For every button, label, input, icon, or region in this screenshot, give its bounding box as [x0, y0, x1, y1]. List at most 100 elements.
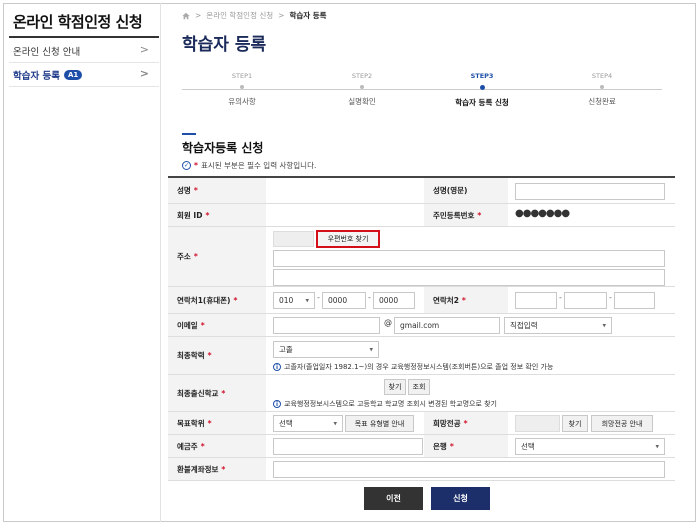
school-label: 최종출신학교 *	[168, 375, 266, 411]
step-dot	[360, 85, 364, 89]
home-icon[interactable]	[182, 12, 190, 20]
form-row-address: 주소 * 우편번호 찾기	[168, 227, 675, 287]
step-3: STEP3 학습자 등록 신청	[422, 72, 542, 108]
member-id-label: 회원 ID *	[168, 204, 266, 226]
sidebar-item-label: 학습자 등록	[13, 70, 61, 82]
sidebar-item-label: 온라인 신청 안내	[13, 46, 81, 58]
degree-select[interactable]: 선택	[273, 415, 343, 432]
current-badge: A1	[64, 69, 83, 80]
form-row-name: 성명 * 성명(영문)	[168, 178, 675, 204]
phone2-first-input[interactable]	[515, 292, 557, 309]
major-input[interactable]	[515, 415, 560, 432]
postcode-input[interactable]	[273, 231, 314, 247]
form-row-depositor: 예금주 * 은행 * 선택	[168, 435, 675, 458]
form-row-phone: 연락처1(휴대폰)* 010 - 0000 - 0000 연락처2* - -	[168, 287, 675, 314]
email-domain-select[interactable]: 직접입력	[504, 317, 612, 334]
step-label: 신청완료	[588, 97, 616, 106]
postcode-search-button[interactable]: 우편번호 찾기	[316, 230, 380, 248]
step-indicator: STEP1 유의사항 STEP2 실명확인 STEP3 학습자 등록 신청 ST…	[182, 72, 662, 112]
prev-button[interactable]: 이전	[364, 487, 423, 510]
major-guide-button[interactable]: 희망전공 안내	[591, 415, 653, 432]
dash-separator: -	[609, 293, 612, 302]
phone2-label: 연락처2 *	[424, 287, 508, 313]
email-at-sign: @	[384, 318, 392, 327]
check-circle-icon: ✓	[182, 161, 191, 170]
form-row-education: 최종학력* 고졸 i 고졸자(졸업일자 1982.1~)의 경우 교육행정정보시…	[168, 337, 675, 375]
breadcrumb-current: 학습자 등록	[289, 11, 327, 20]
info-icon: i	[273, 363, 281, 371]
phone2-mid-input[interactable]	[564, 292, 607, 309]
step-number: STEP3	[470, 72, 494, 80]
school-input[interactable]	[273, 379, 380, 395]
email-label: 이메일 *	[168, 314, 266, 336]
step-4: STEP4 신청완료	[542, 72, 662, 107]
step-number: STEP4	[591, 72, 613, 80]
email-domain-input[interactable]: gmail.com	[394, 317, 500, 334]
step-label: 유의사항	[228, 97, 256, 106]
required-note-text: 표시된 부분은 필수 입력 사항입니다.	[200, 161, 317, 170]
name-en-input[interactable]	[515, 183, 665, 200]
major-find-button[interactable]: 찾기	[562, 415, 588, 432]
step-label: 학습자 등록 신청	[455, 98, 509, 107]
dash-separator: -	[559, 293, 562, 302]
chevron-right-icon: >	[139, 67, 149, 80]
info-icon: i	[273, 400, 281, 408]
phone1-prefix-select[interactable]: 010	[273, 292, 315, 309]
dash-separator: -	[368, 293, 371, 302]
address-line1-input[interactable]	[273, 250, 665, 267]
sidebar-title: 온라인 학점인정 신청	[13, 13, 143, 31]
member-id-value	[273, 209, 413, 223]
step-2: STEP2 실명확인	[302, 72, 422, 107]
section-title: 학습자등록 신청	[182, 141, 264, 155]
major-label: 희망전공 *	[424, 412, 508, 434]
registration-form: 성명 * 성명(영문) 회원 ID * 주민등록번호 * ●●●●●●● 주소 * 우편…	[168, 176, 675, 481]
submit-button[interactable]: 신청	[431, 487, 490, 510]
dash-separator: -	[317, 293, 320, 302]
step-1: STEP1 유의사항	[182, 72, 302, 107]
step-label: 실명확인	[348, 97, 376, 106]
school-find-button[interactable]: 찾기	[384, 379, 406, 395]
breadcrumb-separator: >	[278, 11, 285, 20]
address-line2-input[interactable]	[273, 269, 665, 286]
step-number: STEP1	[231, 72, 253, 80]
education-info: i 고졸자(졸업일자 1982.1~)의 경우 교육행정정보시스템(조회버튼)으…	[273, 362, 553, 372]
page-title: 학습자 등록	[182, 35, 267, 55]
phone1-mid-input[interactable]: 0000	[322, 292, 366, 309]
depositor-input[interactable]	[273, 438, 423, 455]
step-number: STEP2	[351, 72, 373, 80]
phone1-label: 연락처1(휴대폰) *	[168, 287, 266, 313]
chevron-right-icon: >	[139, 43, 149, 56]
step-dot	[479, 85, 485, 90]
email-id-input[interactable]	[273, 317, 380, 334]
breadcrumb-separator: >	[195, 11, 202, 20]
rrn-value: ●●●●●●●	[515, 208, 570, 219]
degree-guide-button[interactable]: 목표 유형별 안내	[345, 415, 414, 432]
section-accent-bar	[182, 133, 196, 135]
sidebar-item-register[interactable]: 학습자 등록 A1 >	[9, 63, 159, 87]
name-value	[273, 184, 413, 198]
step-dot	[600, 85, 604, 89]
school-info: i 교육행정정보시스템으로 고등학교 학교명 조회시 변경된 학교명으로 찾기	[273, 399, 497, 409]
form-row-member-id: 회원 ID * 주민등록번호 * ●●●●●●●	[168, 204, 675, 227]
breadcrumb-item[interactable]: 온라인 학점인정 신청	[206, 10, 273, 21]
sidebar: 온라인 학점인정 신청 온라인 신청 안내 > 학습자 등록 A1 >	[3, 3, 161, 522]
rrn-label: 주민등록번호 *	[424, 204, 508, 226]
refund-label: 환불계좌정보 *	[168, 458, 266, 480]
address-label: 주소 *	[168, 227, 266, 286]
sidebar-divider	[9, 36, 159, 38]
form-row-refund: 환불계좌정보 *	[168, 458, 675, 481]
form-row-email: 이메일 * @ gmail.com 직접입력	[168, 314, 675, 337]
form-row-degree: 목표학위* 선택 목표 유형별 안내 희망전공* 찾기 희망전공 안내	[168, 412, 675, 435]
school-lookup-button[interactable]: 조회	[408, 379, 430, 395]
step-dot	[240, 85, 244, 89]
refund-account-input[interactable]	[273, 461, 665, 478]
phone1-last-input[interactable]: 0000	[373, 292, 415, 309]
bank-select[interactable]: 선택	[515, 438, 665, 455]
name-en-label: 성명(영문)	[424, 178, 508, 203]
form-row-school: 최종출신학교 * 찾기 조회 i 교육행정정보시스템으로 고등학교 학교명 조회시…	[168, 375, 675, 412]
depositor-label: 예금주 *	[168, 435, 266, 457]
sidebar-item-guide[interactable]: 온라인 신청 안내 >	[9, 39, 159, 63]
education-select[interactable]: 고졸	[273, 341, 379, 358]
name-label: 성명 *	[168, 178, 266, 203]
phone2-last-input[interactable]	[614, 292, 655, 309]
